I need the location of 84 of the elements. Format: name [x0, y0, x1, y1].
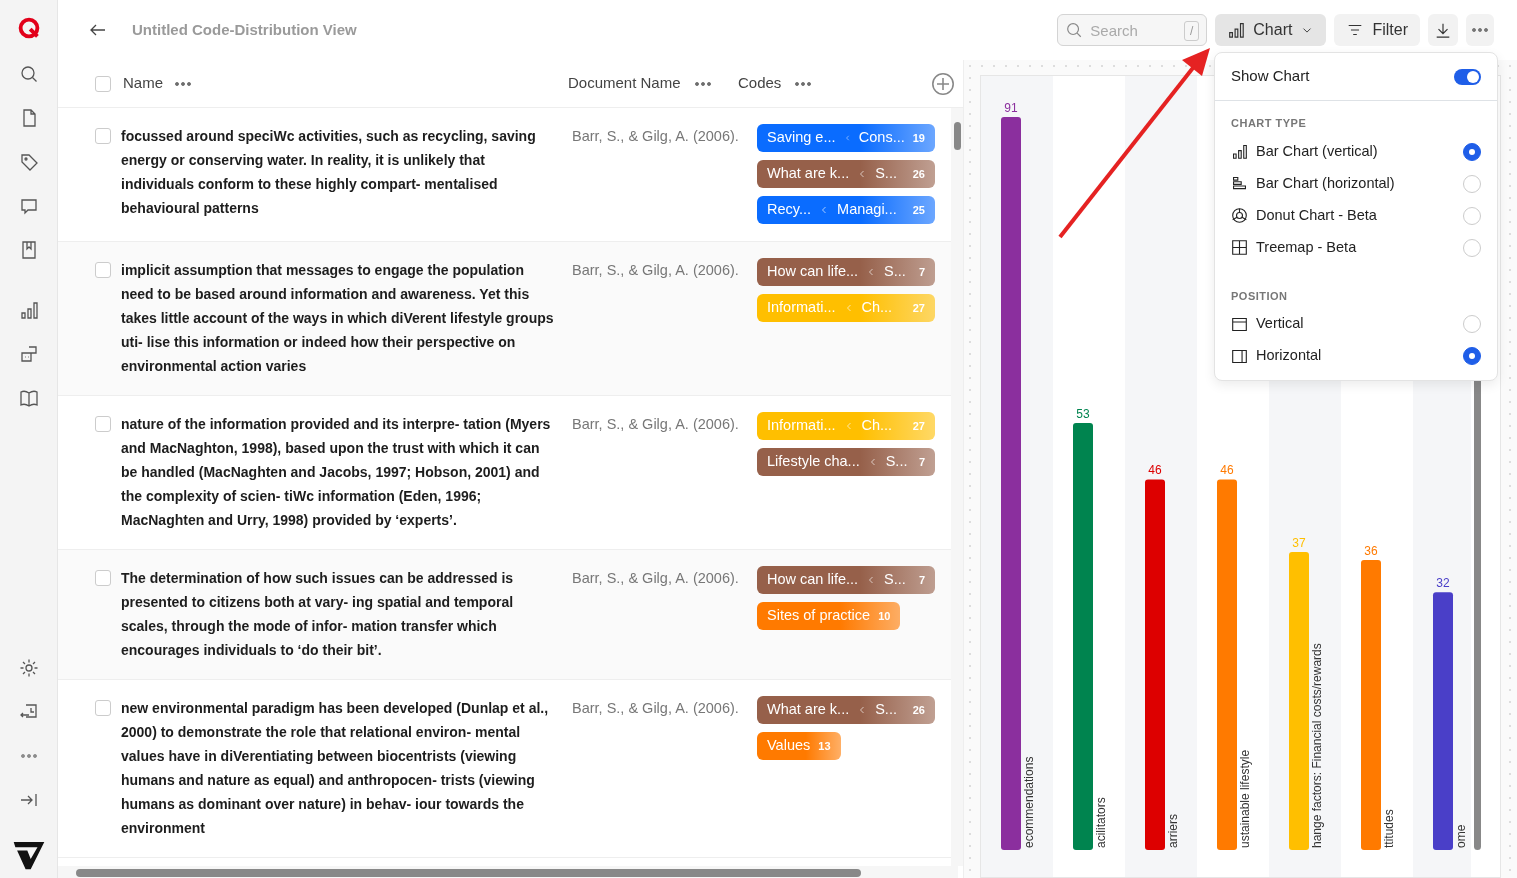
menu-option[interactable]: Bar Chart (horizontal): [1231, 167, 1481, 200]
search-icon: [1065, 21, 1084, 39]
row-checkbox[interactable]: [95, 416, 111, 432]
menu-option[interactable]: Horizontal: [1231, 340, 1481, 372]
document-name: Barr, S., & Gilg, A. (2006).: [571, 415, 740, 434]
search-icon[interactable]: [18, 64, 39, 84]
menu-option[interactable]: Vertical: [1231, 308, 1481, 340]
more-icon: [1472, 28, 1488, 32]
bar-chart-icon[interactable]: [18, 300, 39, 320]
select-all-checkbox[interactable]: [95, 75, 111, 92]
column-menu-icon[interactable]: [694, 81, 711, 86]
download-icon: [1434, 21, 1452, 39]
column-header[interactable]: Name: [123, 72, 163, 95]
code-tag[interactable]: What are k... S... 26: [757, 696, 935, 724]
category-label: ttitudes: [1382, 809, 1396, 848]
column-menu-icon[interactable]: [175, 81, 191, 86]
radio-button[interactable]: [1463, 142, 1481, 161]
grid-icon: [1231, 239, 1248, 256]
category-label: hange factors: Financial costs/rewards: [1310, 643, 1324, 848]
segment-text: new environmental paradigm has been developed (Dunlap et al., 2000) to demonstrate the role that relational environ- mental values have in diVerentiating between biocentrists (viewing humans and nature as equal) and anthropocen- trists (viewing humans as dominant over nature) in behav- iour towards the environment: [121, 699, 550, 838]
segment-text: The determination of how such issues can be addressed is presented to citizens both at vary- ing spatial and temporal scales, through the mode of infor- mation transfer which encourages individuals to ‘do their bit’.: [121, 569, 515, 660]
menu-option[interactable]: Donut Chart - Beta: [1231, 199, 1481, 232]
code-tag[interactable]: Lifestyle cha... S... 7: [757, 448, 935, 476]
add-column-icon[interactable]: [931, 71, 955, 96]
data-label: 32: [1436, 576, 1450, 591]
data-label: 46: [1148, 463, 1162, 478]
bar-chart-icon: [1231, 143, 1248, 160]
menu-option[interactable]: Treemap - Beta: [1231, 231, 1481, 264]
chart-button[interactable]: Chart: [1215, 14, 1327, 46]
show-chart-label: Show Chart: [1231, 66, 1310, 87]
code-tag[interactable]: Saving e... Cons... 19: [757, 124, 935, 152]
column-header[interactable]: Document Name: [568, 72, 681, 95]
data-label: 37: [1292, 535, 1306, 550]
segment-text: focussed around speciWc activities, such as recycling, saving energy or conserving water. In reality, it is unlikely that individuals conform to these highly compart- mentalised behavioural patterns: [121, 127, 537, 218]
document-name: Barr, S., & Gilg, A. (2006).: [571, 261, 740, 280]
document-name: Barr, S., & Gilg, A. (2006).: [571, 569, 740, 588]
category-label: arriers: [1166, 814, 1180, 848]
category-label: ustainable lifestyle: [1238, 749, 1252, 848]
toggle-switch[interactable]: [1454, 68, 1481, 85]
data-label: 53: [1076, 407, 1090, 422]
filter-button[interactable]: Filter: [1334, 14, 1420, 46]
document-name: Barr, S., & Gilg, A. (2006).: [571, 699, 740, 718]
more-icon[interactable]: [20, 754, 37, 758]
section-heading: POSITION: [1231, 288, 1289, 304]
chevron-left-icon: [843, 133, 851, 143]
donut-chart-icon: [1231, 207, 1248, 224]
tag-icon[interactable]: [18, 152, 39, 172]
scrollbar[interactable]: [58, 866, 958, 878]
row-checkbox[interactable]: [95, 570, 111, 586]
document-name: Barr, S., & Gilg, A. (2006).: [571, 127, 740, 146]
column-menu-icon[interactable]: [795, 81, 812, 86]
page-title: Untitled Code-Distribution View: [132, 19, 357, 40]
menu-option[interactable]: Bar Chart (vertical): [1231, 135, 1481, 168]
scrollbar[interactable]: [951, 108, 963, 866]
logo-icon[interactable]: [16, 16, 41, 40]
download-button[interactable]: [1428, 14, 1458, 46]
more-button[interactable]: [1466, 14, 1494, 46]
category-label: ome: [1454, 824, 1468, 848]
row-checkbox[interactable]: [95, 700, 111, 716]
row-checkbox[interactable]: [95, 128, 111, 144]
data-label: 91: [1004, 101, 1018, 115]
segment-text: nature of the information provided and its interpre- tation (Myers and MacNaghton, 1998), based upon the trust with which it can be handled (MacNaghten and Jacobs, 1997; Hobson, 2001) and the complexity of scien- tiWc information (Eden, 1996; MacNaghten and Urry, 1998) provided by ‘experts’.: [121, 415, 552, 530]
code-tag[interactable]: Recy... Managi... 25: [757, 196, 935, 224]
section-heading: CHART TYPE: [1231, 116, 1308, 131]
code-tag[interactable]: How can life... S... 7: [757, 566, 935, 594]
data-label: 46: [1220, 463, 1234, 478]
column-header[interactable]: Codes: [738, 72, 782, 95]
category-label: ecommendations: [1022, 756, 1036, 848]
open-book-icon[interactable]: [18, 388, 39, 408]
code-tag[interactable]: How can life... S... 7: [757, 258, 935, 286]
comment-icon[interactable]: [18, 196, 39, 216]
row-checkbox[interactable]: [95, 262, 111, 278]
panel-right-icon: [1231, 347, 1248, 365]
bar-chart-icon: [1227, 21, 1246, 39]
category-label: acilitators: [1094, 797, 1108, 848]
shortcut-key: /: [1183, 21, 1200, 41]
data-label: 36: [1364, 544, 1378, 558]
settings-icon[interactable]: [18, 658, 39, 678]
robot-icon[interactable]: [18, 344, 39, 364]
horizontal-bar-chart-icon: [1231, 175, 1248, 192]
panel-top-icon: [1231, 315, 1248, 333]
segment-text: implicit assumption that messages to engage the population need to be based around information and awareness. Yet this takes little account of the ways in which diVerent lifestyle groups uti- lise this information or indeed how their perspective on environmental action varies: [121, 261, 555, 376]
code-tag[interactable]: What are k... S... 26: [757, 160, 935, 188]
radio-button[interactable]: [1463, 347, 1481, 365]
